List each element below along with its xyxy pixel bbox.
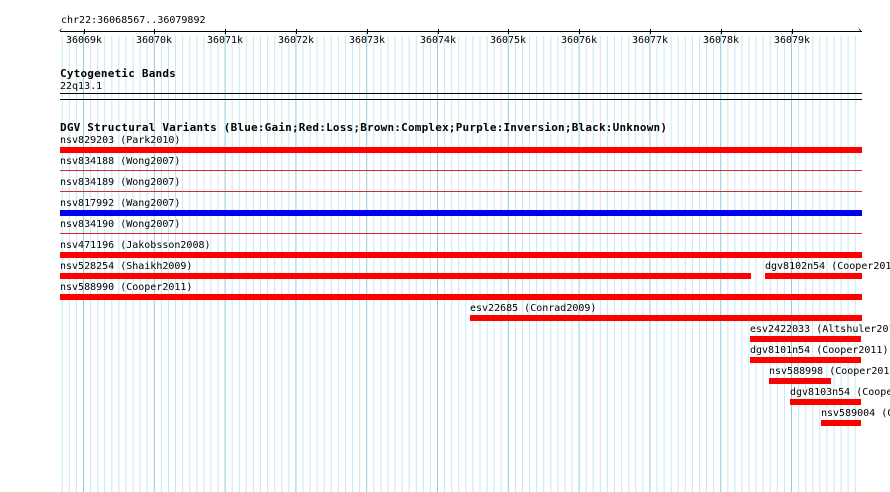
- feature-label: nsv817992 (Wang2007): [60, 198, 181, 209]
- track-title-dgv: DGV Structural Variants (Blue:Gain;Red:L…: [60, 121, 668, 134]
- feature-label: nsv471196 (Jakobsson2008): [60, 240, 211, 251]
- feature-bar[interactable]: [60, 210, 862, 216]
- row-separator: [60, 233, 862, 234]
- feature-label: nsv834188 (Wong2007): [60, 156, 181, 167]
- row-separator: [60, 170, 862, 171]
- row-separator: [60, 191, 862, 192]
- feature-bar[interactable]: [769, 378, 831, 384]
- feature-bar[interactable]: [750, 357, 861, 363]
- feature-label: nsv588990 (Cooper2011): [60, 282, 193, 293]
- feature-label: nsv528254 (Shaikh2009): [60, 261, 193, 272]
- feature-label: nsv834190 (Wong2007): [60, 219, 181, 230]
- track-title-cytobands: Cytogenetic Bands: [60, 67, 176, 80]
- ruler-right-arrow-icon: ›: [857, 26, 863, 36]
- ruler-tick: [296, 29, 297, 34]
- ruler-tick: [84, 29, 85, 34]
- ruler-tick-label: 36079k: [773, 35, 811, 46]
- location-label: chr22:36068567..36079892: [61, 15, 206, 26]
- ruler-tick-label: 36071k: [206, 35, 244, 46]
- ruler-tick-label: 36074k: [419, 35, 457, 46]
- feature-label: nsv834189 (Wong2007): [60, 177, 181, 188]
- ruler-tick-label: 36076k: [560, 35, 598, 46]
- feature-bar[interactable]: [765, 273, 862, 279]
- feature-label: dgv8102n54 (Cooper2011): [765, 261, 890, 272]
- ruler-tick-label: 36077k: [631, 35, 669, 46]
- feature-label: nsv589004 (Cooper2011): [821, 408, 890, 419]
- feature-bar[interactable]: [60, 252, 862, 258]
- ruler-tick: [508, 29, 509, 34]
- feature-bar[interactable]: [790, 399, 861, 405]
- feature-bar[interactable]: [60, 294, 862, 300]
- feature-bar[interactable]: [750, 336, 861, 342]
- ruler-tick: [579, 29, 580, 34]
- cytoband-value: 22q13.1: [60, 81, 103, 92]
- feature-bar[interactable]: [60, 273, 751, 279]
- ruler-left-arrow-icon: ‹: [58, 26, 64, 36]
- cytoband-line-bottom: [60, 99, 862, 100]
- ruler-tick-label: 36073k: [348, 35, 386, 46]
- ruler-tick: [792, 29, 793, 34]
- ruler-tick: [154, 29, 155, 34]
- cytoband-line-top: [60, 93, 862, 94]
- feature-label: nsv829203 (Park2010): [60, 135, 181, 146]
- ruler-tick-label: 36078k: [702, 35, 740, 46]
- ruler-tick-label: 36070k: [135, 35, 173, 46]
- ruler-tick: [650, 29, 651, 34]
- feature-bar[interactable]: [821, 420, 861, 426]
- feature-label: esv22685 (Conrad2009): [470, 303, 597, 314]
- ruler-tick-label: 36072k: [277, 35, 315, 46]
- ruler-tick: [367, 29, 368, 34]
- feature-label: esv2422033 (Altshuler2010): [750, 324, 890, 335]
- feature-label: dgv8101n54 (Cooper2011): [750, 345, 889, 356]
- feature-bar[interactable]: [60, 147, 862, 153]
- feature-label: nsv588998 (Cooper2011): [769, 366, 890, 377]
- ruler-axis[interactable]: [60, 31, 862, 32]
- ruler-tick: [225, 29, 226, 34]
- ruler-tick-label: 36075k: [489, 35, 527, 46]
- ruler-tick-label: 36069k: [65, 35, 103, 46]
- ruler-tick: [721, 29, 722, 34]
- feature-bar[interactable]: [470, 315, 862, 321]
- feature-label: dgv8103n54 (Cooper2011): [790, 387, 890, 398]
- ruler-tick: [438, 29, 439, 34]
